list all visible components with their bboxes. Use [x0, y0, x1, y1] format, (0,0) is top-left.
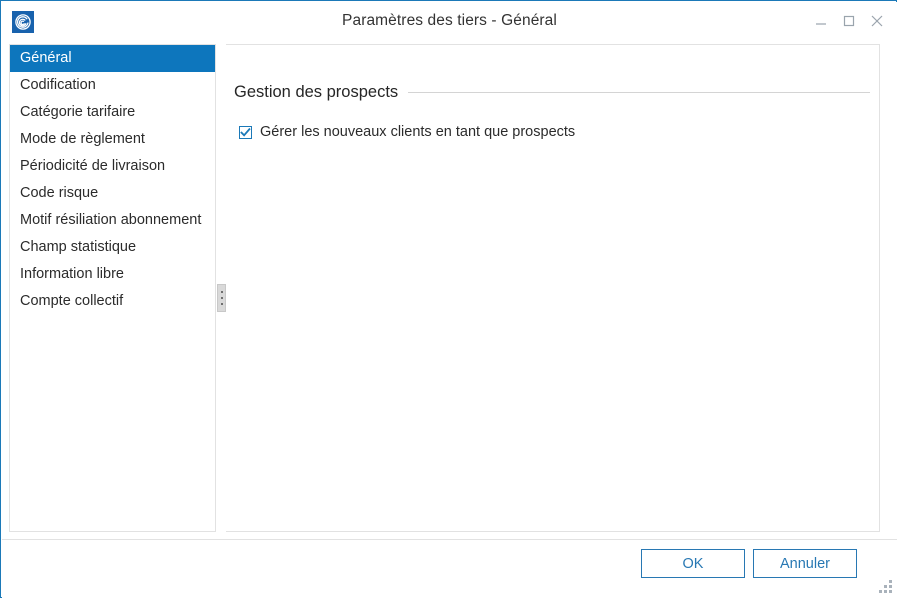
dialog-window: Paramètres des tiers - Général Général C… — [0, 0, 897, 599]
checkmark-icon — [240, 127, 251, 137]
sidebar-item-compte-collectif[interactable]: Compte collectif — [10, 288, 215, 315]
sidebar-item-label: Codification — [20, 77, 96, 93]
settings-category-list[interactable]: Général Codification Catégorie tarifaire… — [9, 44, 215, 532]
sidebar-item-label: Compte collectif — [20, 293, 124, 309]
sidebar-item-label: Code risque — [20, 185, 99, 201]
group-rule-divider — [408, 92, 870, 93]
group-header: Gestion des prospects — [234, 83, 870, 102]
settings-detail-panel: Gestion des prospects Gérer les nouveaux… — [226, 44, 880, 532]
window-title: Paramètres des tiers - Général — [342, 12, 557, 29]
sidebar-item-label: Champ statistique — [20, 239, 137, 255]
close-icon[interactable] — [863, 10, 891, 32]
title-bar[interactable]: Paramètres des tiers - Général — [2, 2, 897, 38]
prospects-checkbox-row[interactable]: Gérer les nouveaux clients en tant que p… — [239, 124, 575, 140]
sidebar-item-general[interactable]: Général — [10, 45, 215, 72]
sidebar-item-label: Mode de règlement — [20, 131, 145, 147]
sidebar-item-label: Motif résiliation abonnement — [20, 212, 202, 228]
sidebar-item-information-libre[interactable]: Information libre — [10, 261, 215, 288]
sidebar-item-label: Information libre — [20, 266, 124, 282]
sidebar-item-periodicite-de-livraison[interactable]: Périodicité de livraison — [10, 153, 215, 180]
manage-new-clients-as-prospects-label: Gérer les nouveaux clients en tant que p… — [260, 124, 576, 140]
sidebar-item-label: Général — [20, 50, 72, 66]
sidebar-item-categorie-tarifaire[interactable]: Catégorie tarifaire — [10, 99, 215, 126]
sidebar-item-label: Catégorie tarifaire — [20, 104, 136, 120]
cancel-button[interactable]: Annuler — [753, 549, 857, 578]
sidebar-item-champ-statistique[interactable]: Champ statistique — [10, 234, 215, 261]
maximize-icon[interactable] — [835, 10, 863, 32]
sidebar-item-motif-resiliation-abonnement[interactable]: Motif résiliation abonnement — [10, 207, 215, 234]
window-controls — [807, 10, 891, 32]
minimize-icon[interactable] — [807, 10, 835, 32]
splitter-grip-dots-icon[interactable] — [217, 284, 226, 312]
sidebar-item-code-risque[interactable]: Code risque — [10, 180, 215, 207]
group-title: Gestion des prospects — [234, 83, 399, 101]
dialog-footer: OK Annuler — [2, 539, 897, 599]
sidebar-item-label: Périodicité de livraison — [20, 158, 166, 174]
resize-grip-icon[interactable] — [878, 580, 892, 594]
manage-new-clients-as-prospects-checkbox[interactable] — [239, 125, 252, 139]
dialog-body: Général Codification Catégorie tarifaire… — [2, 38, 897, 539]
sidebar-item-mode-de-reglement[interactable]: Mode de règlement — [10, 126, 215, 153]
ok-button[interactable]: OK — [641, 549, 745, 578]
sidebar-item-codification[interactable]: Codification — [10, 72, 215, 99]
